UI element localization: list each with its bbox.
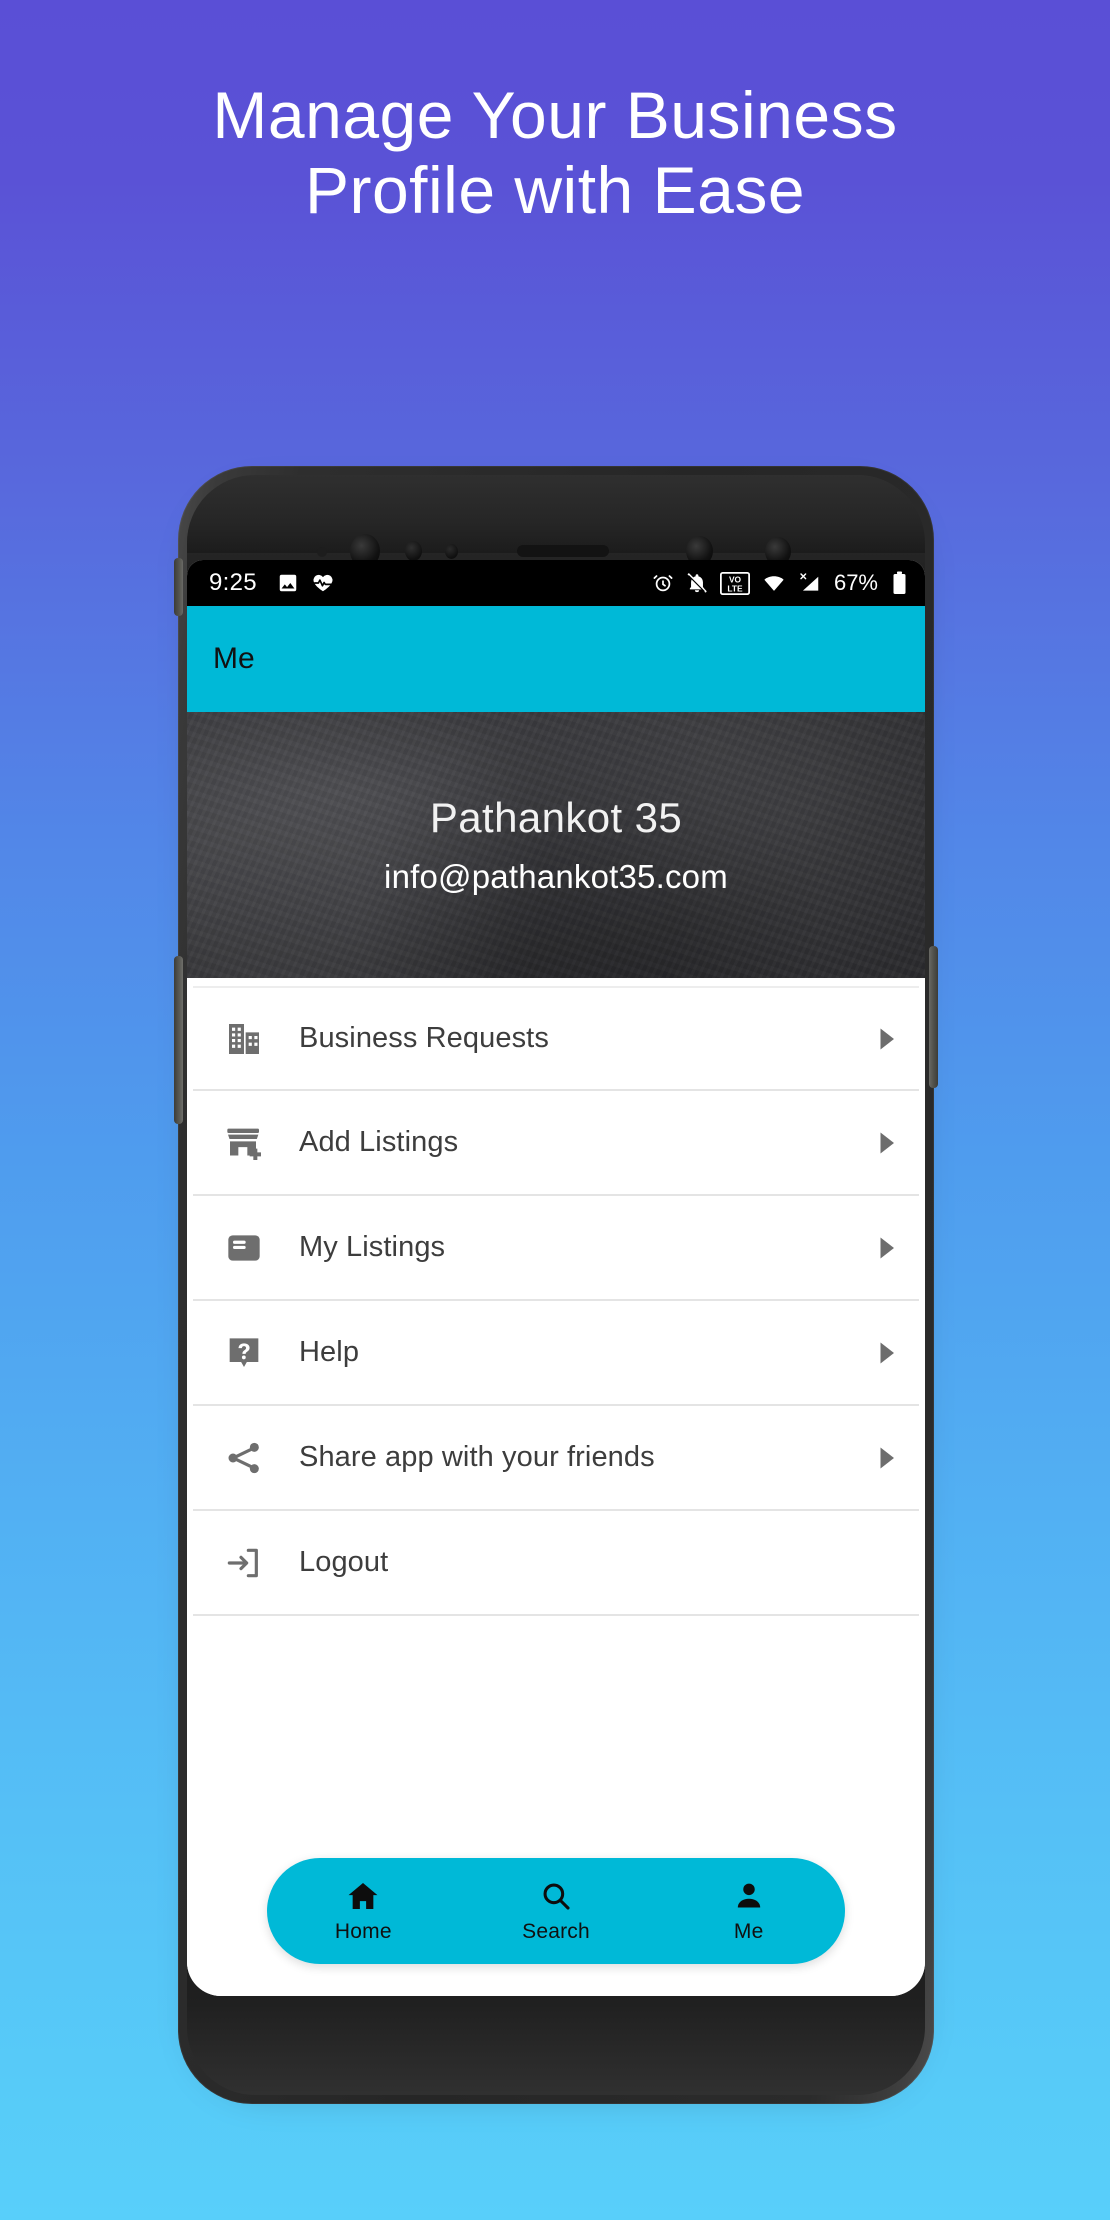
headline-line-1: Manage Your Business [212,78,898,152]
menu-item-business-requests[interactable]: Business Requests [193,986,919,1091]
home-icon [346,1878,380,1914]
logout-icon [221,1540,267,1586]
light-sensor-icon [445,544,458,559]
alarm-icon [653,575,673,592]
app-bar: Me [187,606,925,712]
person-icon [733,1878,765,1914]
battery-percent-label: 67% [833,570,878,595]
share-icon [221,1435,267,1481]
nav-item-label: Me [733,1920,764,1943]
proximity-sensor-icon [405,541,422,561]
profile-header: Pathankot 35 info@pathankot35.com [187,712,925,978]
menu-item-help[interactable]: Help [193,1301,919,1406]
bell-off-icon [687,573,707,593]
volume-down-button[interactable] [174,956,183,1124]
profile-name: Pathankot 35 [429,794,683,841]
building-icon [221,1016,267,1062]
signal-no-sim-icon [800,573,819,591]
phone-top-bezel [187,475,925,568]
phone-mockup: 9:25 VO LTE 67% Me Pathankot 35 info@pat… [174,466,938,2106]
nav-item-label: Home [334,1920,392,1943]
menu-list: Business Requests Add Listings My Listin… [187,978,925,1616]
volte-icon: VO LTE [719,571,750,595]
nav-item-search[interactable]: Search [460,1878,653,1944]
menu-item-add-listings[interactable]: Add Listings [193,1091,919,1196]
store-add-icon [221,1120,267,1166]
menu-item-label: Logout [299,1546,389,1578]
menu-item-logout[interactable]: Logout [193,1511,919,1616]
app-bar-title: Me [213,642,255,675]
headline-line-2: Profile with Ease [304,153,806,228]
chevron-right-icon [875,1445,901,1471]
bottom-navigation-bar: Home Search Me [267,1858,845,1964]
chevron-right-icon [875,1235,901,1261]
menu-item-label: Business Requests [299,1022,549,1054]
nav-item-label: Search [522,1920,590,1943]
svg-text:LTE: LTE [727,583,743,593]
bottom-nav-area: Home Search Me [187,1826,925,1996]
status-bar-right-icons: VO LTE 67% [652,570,907,596]
chevron-right-icon [875,1340,901,1366]
image-icon [279,574,297,592]
menu-item-share-app[interactable]: Share app with your friends [193,1406,919,1511]
sensor-dot-icon [317,547,327,557]
profile-email: info@pathankot35.com [384,858,728,895]
phone-body: 9:25 VO LTE 67% Me Pathankot 35 info@pat… [174,466,938,2104]
wifi-icon [764,576,784,591]
menu-item-label: Help [299,1336,360,1368]
status-bar: 9:25 VO LTE 67% [187,560,925,606]
menu-item-label: My Listings [299,1231,446,1263]
heart-pulse-icon [313,574,333,592]
nav-item-me[interactable]: Me [652,1878,845,1944]
status-bar-left-icons [277,572,334,594]
help-icon [221,1330,267,1376]
search-icon [540,1878,572,1914]
status-bar-time: 9:25 [209,569,257,596]
power-button[interactable] [929,946,938,1088]
battery-icon [893,571,906,594]
chevron-right-icon [875,1026,901,1052]
menu-item-label: Share app with your friends [299,1441,655,1473]
chevron-right-icon [875,1130,901,1156]
promo-headline: Manage Your Business Profile with Ease [0,78,1110,228]
menu-item-label: Add Listings [299,1126,459,1158]
menu-item-my-listings[interactable]: My Listings [193,1196,919,1301]
phone-screen: 9:25 VO LTE 67% Me Pathankot 35 info@pat… [187,560,925,1996]
volume-up-button[interactable] [174,558,183,616]
listings-icon [221,1225,267,1271]
nav-item-home[interactable]: Home [267,1878,460,1944]
earpiece-speaker-icon [517,545,609,557]
